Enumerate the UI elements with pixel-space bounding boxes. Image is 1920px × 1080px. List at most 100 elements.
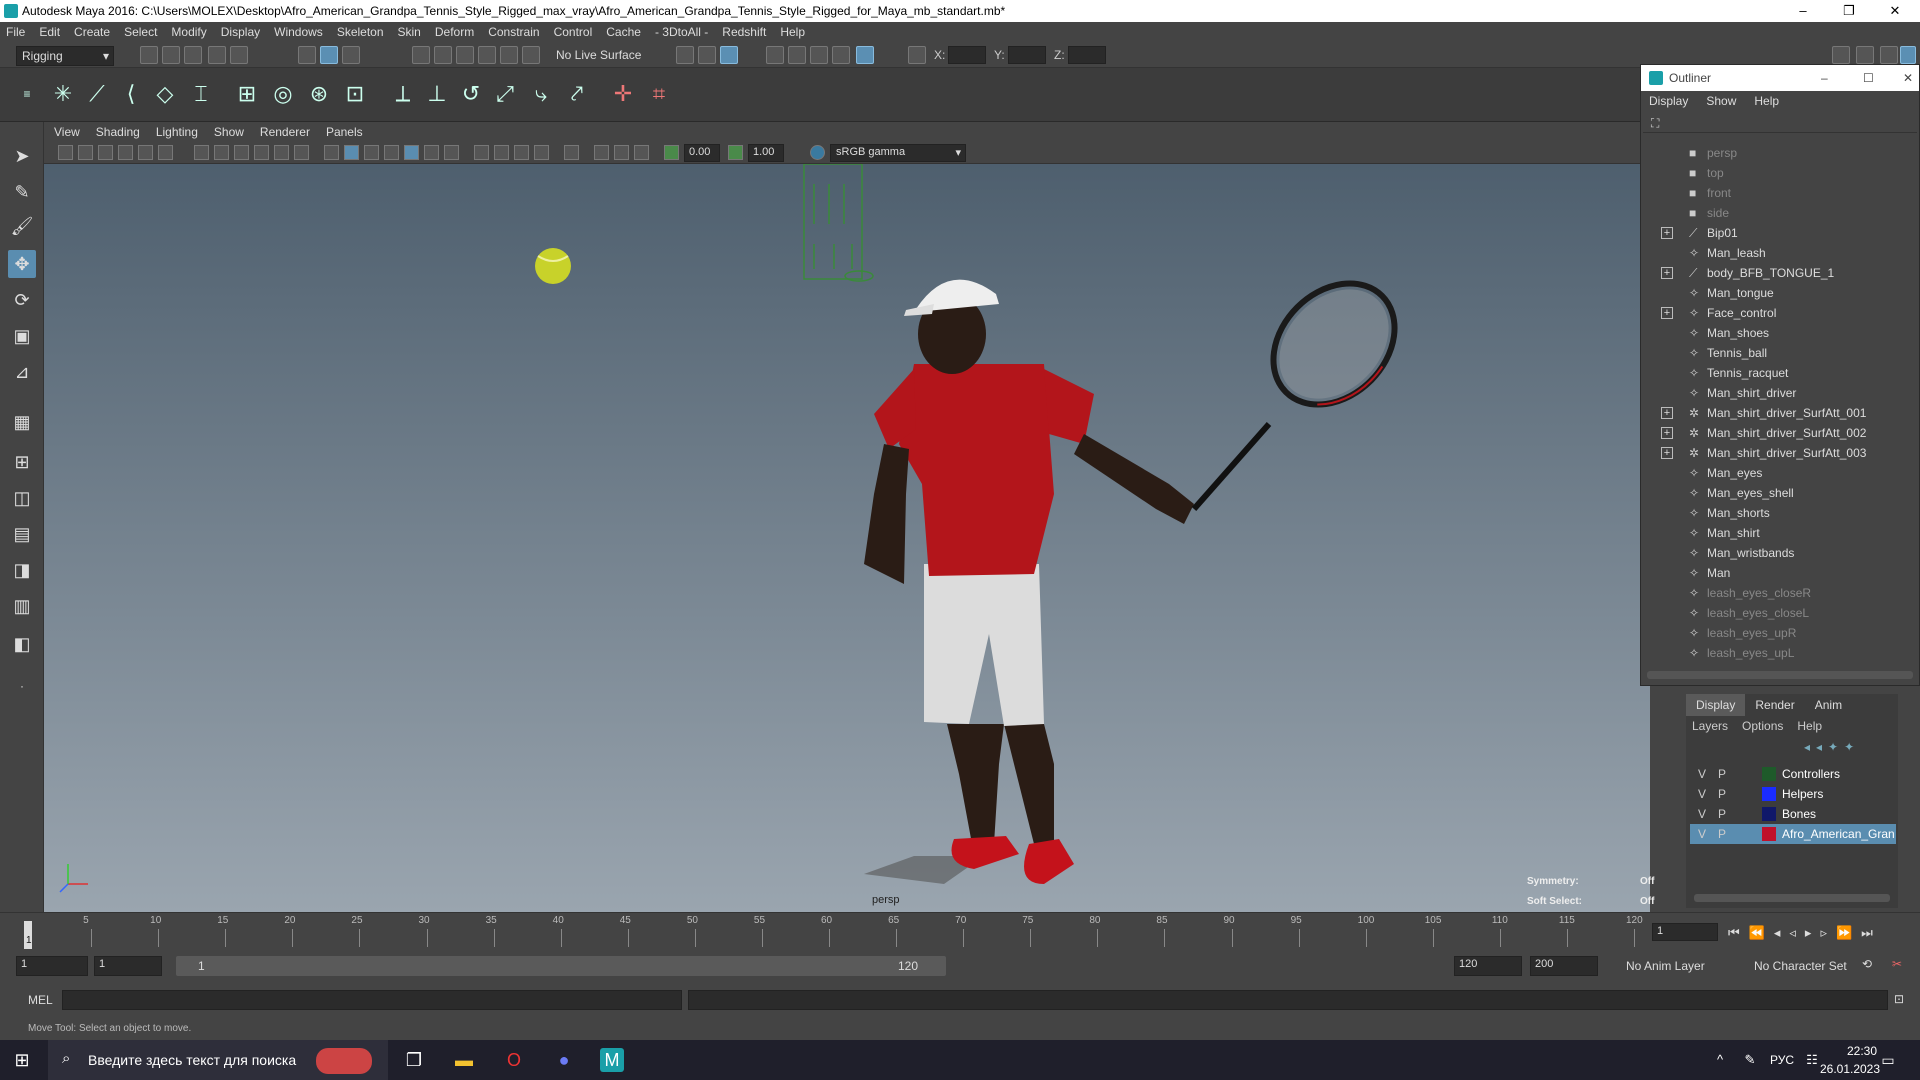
- outliner-item[interactable]: ✧ leash_eyes_upR: [1641, 623, 1917, 643]
- layer-row[interactable]: V P Helpers: [1690, 784, 1896, 804]
- gate-mask-icon[interactable]: [254, 145, 269, 160]
- smooth-shade-icon[interactable]: [344, 145, 359, 160]
- custom-layout-icon[interactable]: ◧: [8, 630, 36, 658]
- gamma-field[interactable]: 1.00: [748, 144, 784, 162]
- outliner-minimize-button[interactable]: –: [1821, 71, 1828, 85]
- y-field[interactable]: [1008, 46, 1046, 64]
- tray-chevron-icon[interactable]: ^: [1708, 1048, 1732, 1072]
- ambient-occlusion-icon[interactable]: [474, 145, 489, 160]
- taskbar-search[interactable]: ⌕ Введите здесь текст для поиска: [48, 1040, 388, 1080]
- orient-joint-icon[interactable]: ⌶: [186, 78, 216, 110]
- pen-icon[interactable]: ✎: [1738, 1048, 1762, 1072]
- aim-constraint-icon[interactable]: ⤷: [526, 78, 556, 110]
- layer-menu-layers[interactable]: Layers: [1692, 719, 1728, 733]
- locator-icon[interactable]: ✛: [608, 78, 638, 110]
- xray-components-icon[interactable]: [634, 145, 649, 160]
- preferences-icon[interactable]: ✂: [1892, 957, 1902, 971]
- set-driven-key-icon[interactable]: ⌗: [644, 78, 674, 110]
- outliner-item[interactable]: ✧ Man_shirt_driver: [1641, 383, 1917, 403]
- select-hierarchy-icon[interactable]: [298, 46, 316, 64]
- safe-action-icon[interactable]: [294, 145, 309, 160]
- outliner-item[interactable]: ■ top: [1641, 163, 1917, 183]
- tab-anim[interactable]: Anim: [1805, 694, 1852, 716]
- maya-taskbar-icon[interactable]: M: [600, 1048, 624, 1072]
- layer-row[interactable]: V P Bones: [1690, 804, 1896, 824]
- color-management-icon[interactable]: [810, 145, 825, 160]
- time-slider[interactable]: 5 10 15 20 25 30 35 40 45 50 55 60 65 70 75 80 85 90 95 100…: [0, 912, 1920, 949]
- channel-box-icon[interactable]: [1900, 46, 1916, 64]
- render-frame-icon[interactable]: [788, 46, 806, 64]
- outliner-item[interactable]: ✧ Man_tongue: [1641, 283, 1917, 303]
- discord-icon[interactable]: ●: [552, 1048, 576, 1072]
- camera-attributes-icon[interactable]: [78, 145, 93, 160]
- new-scene-icon[interactable]: [140, 46, 158, 64]
- script-editor-icon[interactable]: ⊡: [1894, 992, 1904, 1006]
- xray-icon[interactable]: [594, 145, 609, 160]
- ipr-render-icon[interactable]: [810, 46, 828, 64]
- outliner-item[interactable]: ✧ leash_eyes_closeR: [1641, 583, 1917, 603]
- render-settings-icon[interactable]: [832, 46, 850, 64]
- move-tool-icon[interactable]: ✥: [8, 250, 36, 278]
- default-material-icon[interactable]: [364, 145, 379, 160]
- outliner-maximize-button[interactable]: ☐: [1863, 71, 1874, 85]
- use-lights-icon[interactable]: [424, 145, 439, 160]
- playback-end-field[interactable]: 120: [1454, 956, 1522, 976]
- expand-icon[interactable]: +: [1661, 427, 1673, 439]
- pole-vector-icon[interactable]: ⤤: [562, 78, 592, 110]
- menu-redshift[interactable]: Redshift: [722, 25, 766, 39]
- menu-edit[interactable]: Edit: [39, 25, 60, 39]
- output-ops-icon[interactable]: [698, 46, 716, 64]
- language-indicator[interactable]: РУС: [1770, 1053, 1794, 1067]
- vertical-layout-icon[interactable]: ▥: [8, 592, 36, 620]
- outliner-menu-display[interactable]: Display: [1649, 94, 1688, 108]
- paint-weights-icon[interactable]: ◎: [268, 78, 298, 110]
- anti-aliasing-icon[interactable]: [514, 145, 529, 160]
- single-pane-icon[interactable]: ▦: [8, 408, 36, 436]
- bookmark-icon[interactable]: [98, 145, 113, 160]
- layer-menu-help[interactable]: Help: [1797, 719, 1822, 733]
- exposure-field[interactable]: 0.00: [684, 144, 720, 162]
- outliner-item[interactable]: ■ front: [1641, 183, 1917, 203]
- bind-skin-icon[interactable]: ⊞: [232, 78, 262, 110]
- snap-grid-icon[interactable]: [412, 46, 430, 64]
- persp-graph-icon[interactable]: ▤: [8, 520, 36, 548]
- undo-icon[interactable]: [208, 46, 226, 64]
- outliner-item[interactable]: ✧ Man_wristbands: [1641, 543, 1917, 563]
- outliner-filter[interactable]: ⛶: [1643, 113, 1917, 133]
- shelf-menu-icon[interactable]: ≡: [12, 78, 42, 110]
- wireframe-icon[interactable]: [324, 145, 339, 160]
- wireframe-on-shaded-icon[interactable]: [384, 145, 399, 160]
- construction-history-icon[interactable]: [720, 46, 738, 64]
- layer-playback-toggle[interactable]: P: [1718, 767, 1726, 781]
- layer-visibility-toggle[interactable]: V: [1698, 807, 1706, 821]
- motion-blur-icon[interactable]: [494, 145, 509, 160]
- outliner-item[interactable]: ■ side: [1641, 203, 1917, 223]
- layer-color-swatch[interactable]: [1762, 807, 1776, 821]
- layer-visibility-toggle[interactable]: V: [1698, 787, 1706, 801]
- anim-start-field[interactable]: 1: [16, 956, 88, 976]
- z-field[interactable]: [1068, 46, 1106, 64]
- playback-controls[interactable]: ⏮⏪◂◃▸▹⏩⏭: [1728, 925, 1882, 941]
- lasso-tool-icon[interactable]: ✎: [8, 178, 36, 206]
- maximize-button[interactable]: ❐: [1826, 0, 1872, 22]
- expand-icon[interactable]: +: [1661, 267, 1673, 279]
- menu-help[interactable]: Help: [780, 25, 805, 39]
- x-field[interactable]: [948, 46, 986, 64]
- vp-menu-renderer[interactable]: Renderer: [260, 125, 310, 139]
- layer-color-swatch[interactable]: [1762, 787, 1776, 801]
- outliner-item[interactable]: ✧ leash_eyes_upL: [1641, 643, 1917, 663]
- mel-input[interactable]: [62, 990, 682, 1010]
- snap-curve-icon[interactable]: [434, 46, 452, 64]
- range-slider-bar[interactable]: 1 120: [176, 956, 946, 976]
- outliner-item[interactable]: ✧ Man: [1641, 563, 1917, 583]
- mel-label[interactable]: MEL: [28, 993, 53, 1007]
- snap-view-icon[interactable]: [478, 46, 496, 64]
- layer-visibility-toggle[interactable]: V: [1698, 767, 1706, 781]
- viewport-3d[interactable]: persp Symmetry: Off Soft Select: Off: [44, 164, 1654, 912]
- grease-pencil-icon[interactable]: [158, 145, 173, 160]
- select-camera-icon[interactable]: [58, 145, 73, 160]
- depth-of-field-icon[interactable]: [534, 145, 549, 160]
- field-chart-icon[interactable]: [274, 145, 289, 160]
- input-ops-icon[interactable]: [676, 46, 694, 64]
- menu-skeleton[interactable]: Skeleton: [337, 25, 384, 39]
